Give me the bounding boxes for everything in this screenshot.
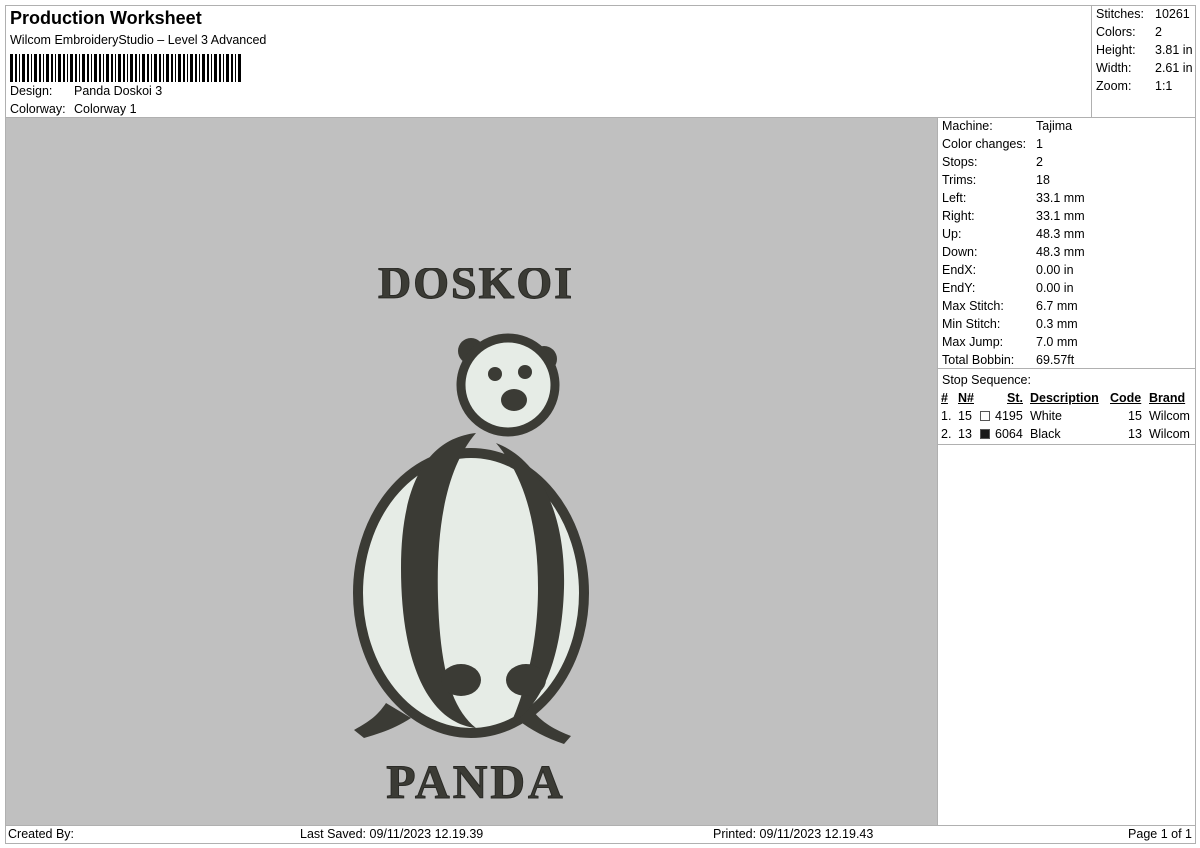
machine-info-panel: Machine: Tajima Color changes: 1 Stops: 2 Trim… bbox=[937, 117, 1196, 369]
seq-row-1-num: 1. bbox=[941, 409, 952, 423]
info-value: 33.1 mm bbox=[1036, 191, 1085, 205]
col-header-st: St. bbox=[1007, 391, 1023, 405]
stitches-value: 10261 bbox=[1155, 7, 1190, 21]
width-value: 2.61 in bbox=[1155, 61, 1193, 75]
info-value: 7.0 mm bbox=[1036, 335, 1078, 349]
printed-date: Printed: 09/11/2023 12.19.43 bbox=[713, 827, 874, 841]
info-label: Trims: bbox=[942, 173, 977, 187]
embroidery-design: DOSKOI PANDA bbox=[353, 268, 589, 808]
design-preview: DOSKOI PANDA bbox=[5, 117, 938, 826]
seq-row-2-description: Black bbox=[1030, 427, 1061, 441]
worksheet-header: Production Worksheet Wilcom EmbroiderySt… bbox=[5, 5, 1092, 118]
zoom-value: 1:1 bbox=[1155, 79, 1173, 93]
design-label: Design: bbox=[10, 84, 53, 98]
software-name: Wilcom EmbroideryStudio – Level 3 Advanc… bbox=[10, 33, 267, 47]
panda-head bbox=[456, 333, 560, 437]
height-value: 3.81 in bbox=[1155, 43, 1193, 57]
seq-row-2-num: 2. bbox=[941, 427, 952, 441]
seq-row-2-brand: Wilcom bbox=[1149, 427, 1190, 441]
seq-row-1-brand: Wilcom bbox=[1149, 409, 1190, 423]
col-header-num: # bbox=[941, 391, 948, 405]
colorway-label: Colorway: bbox=[10, 102, 66, 116]
worksheet-title: Production Worksheet bbox=[10, 8, 202, 28]
info-value: 69.57ft bbox=[1036, 353, 1075, 367]
seq-row-1-swatch bbox=[980, 411, 990, 421]
design-top-text: DOSKOI bbox=[378, 268, 574, 308]
panda-right-arm bbox=[506, 664, 546, 696]
panda-right-eye bbox=[518, 365, 532, 379]
last-saved: Last Saved: 09/11/2023 12.19.39 bbox=[300, 827, 484, 841]
info-value: 6.7 mm bbox=[1036, 299, 1078, 313]
info-label: Left: bbox=[942, 191, 967, 205]
zoom-label: Zoom: bbox=[1096, 79, 1132, 93]
colorway-name: Colorway 1 bbox=[74, 102, 137, 116]
stop-sequence-panel: Stop Sequence: # N# St. Description Code… bbox=[937, 368, 1196, 826]
info-value: 2 bbox=[1036, 155, 1043, 169]
col-header-n: N# bbox=[958, 391, 974, 405]
stitches-label: Stitches: bbox=[1096, 7, 1144, 21]
seq-row-2-n: 13 bbox=[958, 427, 972, 441]
info-value: 1 bbox=[1036, 137, 1043, 151]
col-header-brand: Brand bbox=[1149, 391, 1186, 405]
page-number: Page 1 of 1 bbox=[1128, 827, 1192, 841]
stats-panel: Stitches: 10261 Colors: 2 Height: 3.81 i… bbox=[1091, 5, 1196, 118]
panda-nose bbox=[501, 389, 527, 411]
col-header-description: Description bbox=[1030, 391, 1099, 405]
info-value: 48.3 mm bbox=[1036, 227, 1085, 241]
info-label: Total Bobbin: bbox=[942, 353, 1015, 367]
seq-row-1-st: 4195 bbox=[995, 409, 1023, 423]
seq-row-1-n: 15 bbox=[958, 409, 972, 423]
stop-sequence-title: Stop Sequence: bbox=[942, 373, 1031, 387]
info-label: Down: bbox=[942, 245, 978, 259]
created-by: Created By: bbox=[8, 827, 75, 841]
seq-row-1-code: 15 bbox=[1128, 409, 1142, 423]
info-value: 48.3 mm bbox=[1036, 245, 1085, 259]
info-label: Max Jump: bbox=[942, 335, 1004, 349]
design-name: Panda Doskoi 3 bbox=[74, 84, 163, 98]
info-value: Tajima bbox=[1036, 119, 1073, 133]
info-label: Stops: bbox=[942, 155, 978, 169]
barcode bbox=[10, 54, 241, 82]
seq-row-2-code: 13 bbox=[1128, 427, 1142, 441]
worksheet-footer: Created By: Last Saved: 09/11/2023 12.19… bbox=[5, 825, 1196, 844]
info-value: 0.00 in bbox=[1036, 281, 1074, 295]
info-value: 33.1 mm bbox=[1036, 209, 1085, 223]
seq-row-1-description: White bbox=[1030, 409, 1062, 423]
info-label: EndY: bbox=[942, 281, 976, 295]
info-label: Min Stitch: bbox=[942, 317, 1001, 331]
info-label: Right: bbox=[942, 209, 975, 223]
seq-row-2-st: 6064 bbox=[995, 427, 1023, 441]
design-bottom-text: PANDA bbox=[386, 756, 565, 808]
info-label: Max Stitch: bbox=[942, 299, 1004, 313]
info-label: Up: bbox=[942, 227, 962, 241]
info-label: Machine: bbox=[942, 119, 993, 133]
panda-right-leg bbox=[518, 708, 571, 744]
info-value: 18 bbox=[1036, 173, 1050, 187]
info-label: Color changes: bbox=[942, 137, 1027, 151]
info-value: 0.3 mm bbox=[1036, 317, 1078, 331]
info-value: 0.00 in bbox=[1036, 263, 1074, 277]
panda-left-eye bbox=[488, 367, 502, 381]
width-label: Width: bbox=[1096, 61, 1132, 75]
table-divider bbox=[938, 444, 1195, 445]
seq-row-2-swatch bbox=[980, 429, 990, 439]
panda-left-arm bbox=[441, 664, 481, 696]
info-label: EndX: bbox=[942, 263, 977, 277]
colors-value: 2 bbox=[1155, 25, 1162, 39]
colors-label: Colors: bbox=[1096, 25, 1136, 39]
col-header-code: Code bbox=[1110, 391, 1142, 405]
height-label: Height: bbox=[1096, 43, 1136, 57]
